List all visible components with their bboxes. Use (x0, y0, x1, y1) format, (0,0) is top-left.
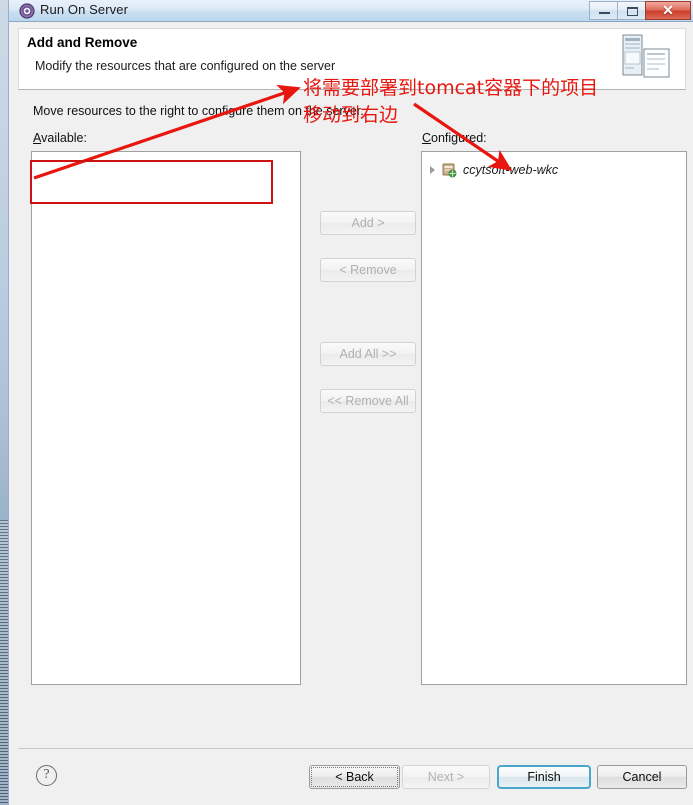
minimize-button[interactable] (589, 1, 618, 20)
back-button[interactable]: < Back (309, 765, 400, 789)
wizard-header: Add and Remove Modify the resources that… (18, 28, 686, 90)
page-subtitle: Modify the resources that are configured… (35, 59, 336, 73)
maximize-icon (627, 7, 638, 16)
next-button-label: Next > (427, 770, 465, 784)
add-all-button-label: Add All >> (339, 347, 397, 361)
dialog-window: Run On Server ✕ Add and Remove Modify th… (8, 0, 693, 805)
web-project-icon (442, 163, 457, 178)
list-item[interactable]: ccytsoft-web-wkc (422, 160, 686, 180)
chevron-right-icon[interactable] (430, 166, 435, 174)
remove-button[interactable]: < Remove (320, 258, 416, 282)
cancel-button[interactable]: Cancel (597, 765, 687, 789)
available-label-rest: vailable: (41, 131, 87, 145)
dialog-content: Add and Remove Modify the resources that… (18, 28, 687, 774)
available-label-mnemonic: A (33, 131, 42, 145)
configured-label-mnemonic: C (422, 131, 432, 145)
next-button[interactable]: Next > (402, 765, 490, 789)
question-mark-icon: ? (36, 765, 57, 786)
title-bar: Run On Server ✕ (9, 0, 693, 22)
close-button[interactable]: ✕ (645, 1, 691, 20)
remove-button-label: < Remove (339, 263, 397, 277)
run-on-server-dialog-screenshot: Run On Server ✕ Add and Remove Modify th… (0, 0, 693, 805)
finish-button[interactable]: Finish (497, 765, 591, 789)
add-button[interactable]: Add > (320, 211, 416, 235)
available-label: Available: (33, 131, 87, 145)
close-icon: ✕ (662, 2, 674, 18)
remove-all-button[interactable]: << Remove All (320, 389, 416, 413)
window-title: Run On Server (40, 2, 129, 17)
configured-resources-list[interactable]: ccytsoft-web-wkc (421, 151, 687, 685)
minimize-icon (599, 12, 610, 14)
available-resources-list[interactable] (31, 151, 301, 685)
help-button[interactable]: ? (31, 760, 62, 791)
server-and-document-icon (622, 34, 670, 78)
maximize-button[interactable] (617, 1, 646, 20)
add-all-button[interactable]: Add All >> (320, 342, 416, 366)
instruction-text: Move resources to the right to configure… (33, 104, 364, 118)
cancel-button-label: Cancel (622, 770, 662, 784)
add-button-label: Add > (351, 216, 385, 230)
configured-label-rest: onfigured: (431, 131, 487, 145)
page-title: Add and Remove (27, 35, 138, 50)
window-controls: ✕ (589, 1, 691, 20)
list-item-label: ccytsoft-web-wkc (463, 163, 559, 177)
footer-divider (18, 748, 693, 749)
configured-label: Configured: (422, 131, 487, 145)
remove-all-button-label: << Remove All (327, 394, 409, 408)
back-button-label: < Back (335, 770, 374, 784)
finish-button-label: Finish (527, 770, 561, 784)
run-on-server-icon (19, 3, 35, 19)
